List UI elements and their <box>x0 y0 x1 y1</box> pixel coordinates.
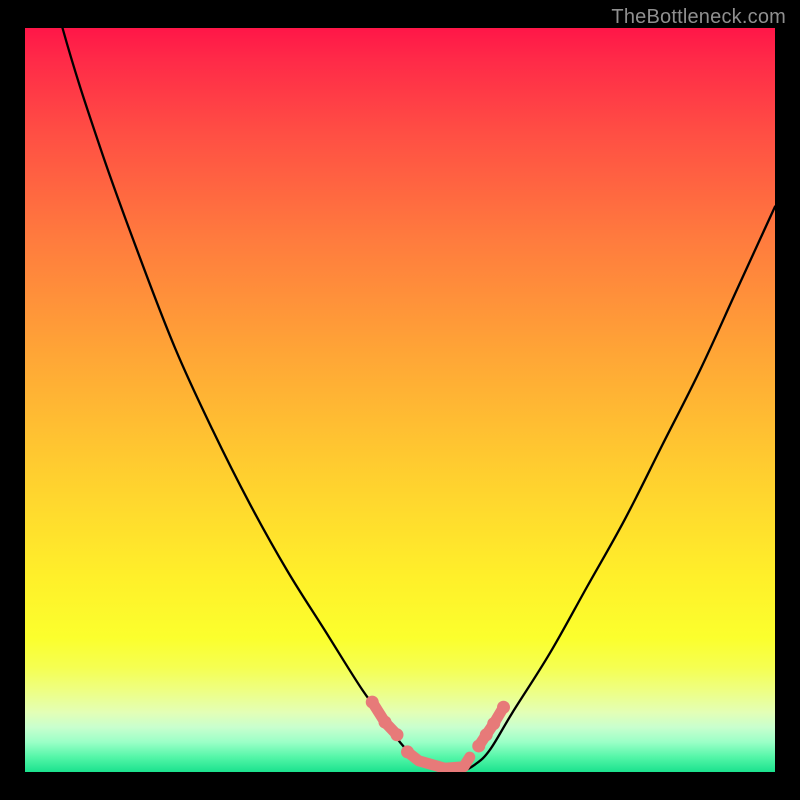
marker-dot <box>487 717 500 730</box>
marker-dot <box>379 716 392 729</box>
curve-layer <box>25 28 775 772</box>
marker-dot <box>480 728 493 741</box>
watermark-text: TheBottleneck.com <box>611 6 786 29</box>
marker-dot <box>366 696 379 709</box>
marker-dot <box>497 701 510 714</box>
curve-right-branch <box>445 207 775 772</box>
marker-dot <box>401 745 414 758</box>
curve-left-branch <box>25 28 445 772</box>
chart-frame: TheBottleneck.com <box>0 0 800 800</box>
marker-dot <box>391 728 404 741</box>
plot-area <box>25 28 775 772</box>
marker-dot <box>472 739 485 752</box>
plot-border <box>25 28 775 772</box>
optimal-range-dots <box>366 696 510 759</box>
